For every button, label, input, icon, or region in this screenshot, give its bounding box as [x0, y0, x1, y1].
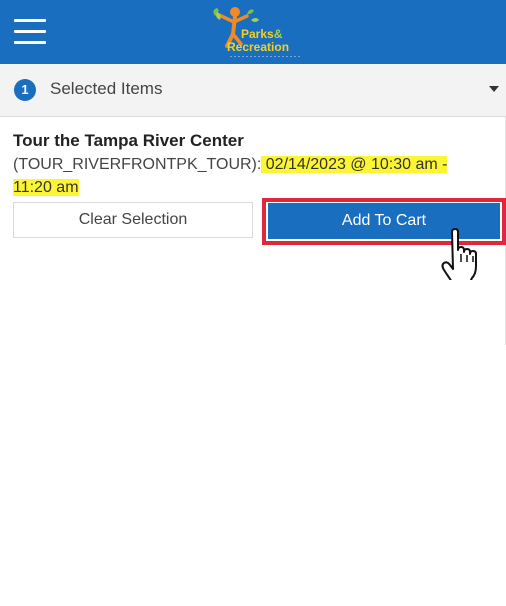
caret-down-icon[interactable]: [489, 86, 499, 92]
parks-recreation-logo[interactable]: Parks& Recreation: [207, 6, 307, 62]
item-endtime-highlight: 11:20 am: [13, 179, 79, 196]
item-code-line: (TOUR_RIVERFRONTPK_TOUR): 02/14/2023 @ 1…: [13, 156, 448, 174]
item-code: (TOUR_RIVERFRONTPK_TOUR):: [13, 156, 262, 173]
hamburger-menu-icon[interactable]: [14, 19, 46, 45]
clear-selection-button[interactable]: Clear Selection: [13, 202, 253, 238]
item-time-line: 11:20 am: [13, 179, 79, 197]
hand-pointer-icon: [441, 228, 477, 280]
header-bar: Parks& Recreation: [0, 0, 506, 64]
item-datetime-highlight: 02/14/2023 @ 10:30 am -: [261, 156, 448, 173]
logo-wordmark: Parks& Recreation: [227, 27, 290, 54]
app-frame: Parks& Recreation 1 Selected Items Tour …: [0, 0, 506, 345]
logo-tagline-mark: [230, 56, 300, 57]
item-title: Tour the Tampa River Center: [13, 131, 244, 150]
selected-items-bar[interactable]: 1 Selected Items: [0, 64, 506, 117]
selected-count-badge: 1: [14, 79, 36, 101]
selected-items-label: Selected Items: [50, 79, 163, 98]
